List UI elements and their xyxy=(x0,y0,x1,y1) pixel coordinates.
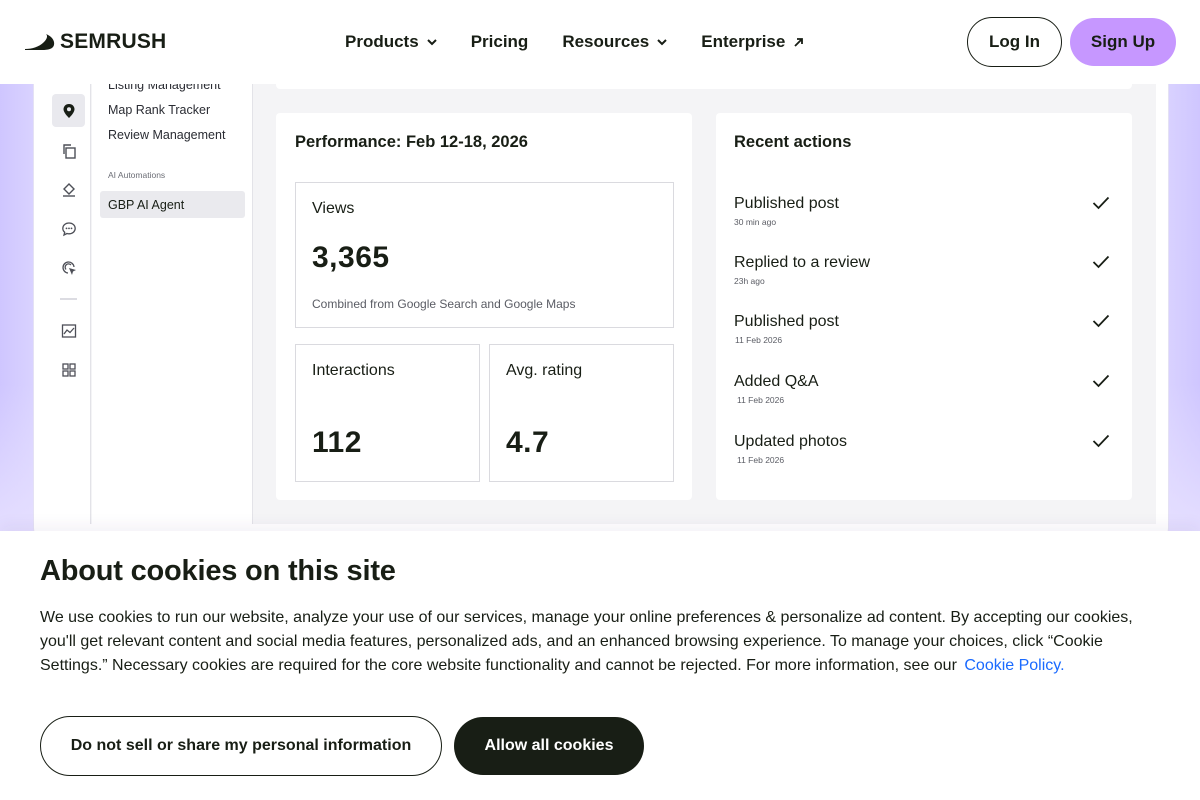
action-time: 11 Feb 2026 xyxy=(737,455,785,465)
nav-resources-label: Resources xyxy=(562,32,650,51)
cookie-banner: About cookies on this site We use cookie… xyxy=(0,531,1200,800)
logo-wordmark: SEMRUSH xyxy=(60,30,167,53)
signup-button[interactable]: Sign Up xyxy=(1070,18,1176,66)
cursor-target-icon[interactable] xyxy=(52,251,85,284)
semrush-logo[interactable]: SEMRUSH xyxy=(24,30,166,54)
action-title: Updated photos xyxy=(734,433,847,450)
menu-item-review-management[interactable]: Review Management xyxy=(108,128,225,142)
recent-action-item: Published post 30 min ago xyxy=(734,195,1114,235)
action-title: Added Q&A xyxy=(734,373,819,390)
icon-rail xyxy=(44,84,91,524)
dashboard-preview: Listing Management Map Rank Tracker Revi… xyxy=(44,84,1156,524)
chevron-down-icon xyxy=(657,38,667,45)
action-time: 23h ago xyxy=(734,276,765,286)
main-nav: Products Pricing Resources Enterprise xyxy=(345,30,838,54)
checkmark-icon xyxy=(1092,255,1110,269)
interactions-label: Interactions xyxy=(312,362,395,379)
checkmark-icon xyxy=(1092,434,1110,448)
nav-resources[interactable]: Resources xyxy=(562,32,667,52)
chevron-down-icon xyxy=(426,38,437,45)
grid-icon[interactable] xyxy=(52,353,85,386)
menu-item-listing-management[interactable]: Listing Management xyxy=(108,84,221,92)
top-card xyxy=(276,84,1132,89)
chart-icon[interactable] xyxy=(52,314,85,347)
views-note: Combined from Google Search and Google M… xyxy=(312,297,576,311)
nav-products-label: Products xyxy=(345,32,419,51)
recent-action-item: Replied to a review 23h ago xyxy=(734,254,1114,294)
location-pin-icon[interactable] xyxy=(52,94,85,127)
performance-card: Performance: Feb 12-18, 2026 Views 3,365… xyxy=(276,113,692,500)
action-title: Published post xyxy=(734,195,839,212)
nav-pricing[interactable]: Pricing xyxy=(471,32,529,52)
copy-icon[interactable] xyxy=(52,134,85,167)
rail-divider xyxy=(60,298,77,300)
allow-all-cookies-button[interactable]: Allow all cookies xyxy=(454,717,644,775)
checkmark-icon xyxy=(1092,374,1110,388)
login-button[interactable]: Log In xyxy=(967,17,1062,67)
layers-icon[interactable] xyxy=(52,173,85,206)
action-time: 11 Feb 2026 xyxy=(737,395,785,405)
action-time: 30 min ago xyxy=(734,217,777,227)
action-title: Replied to a review xyxy=(734,254,871,271)
views-value: 3,365 xyxy=(312,241,390,274)
action-time: 11 Feb 2026 xyxy=(735,335,783,345)
semrush-flame-icon xyxy=(25,34,55,50)
recent-actions-card: Recent actions Published post 30 min ago… xyxy=(716,113,1132,500)
action-title: Published post xyxy=(734,313,839,330)
menu-item-map-rank-tracker[interactable]: Map Rank Tracker xyxy=(108,103,210,117)
views-label: Views xyxy=(312,200,355,217)
views-metric-card: Views 3,365 Combined from Google Search … xyxy=(295,182,674,328)
performance-title: Performance: Feb 12-18, 2026 xyxy=(295,133,528,151)
interactions-value: 112 xyxy=(312,426,362,459)
cookie-policy-link[interactable]: Cookie Policy. xyxy=(964,657,1064,674)
nav-enterprise[interactable]: Enterprise xyxy=(701,32,804,52)
menu-item-gbp-ai-agent[interactable]: GBP AI Agent xyxy=(100,191,245,218)
checkmark-icon xyxy=(1092,314,1110,328)
menu-section-label: AI Automations xyxy=(108,170,166,180)
rating-label: Avg. rating xyxy=(506,362,583,379)
checkmark-icon xyxy=(1092,196,1110,210)
recent-action-item: Published post 11 Feb 2026 xyxy=(734,313,1114,353)
external-arrow-icon xyxy=(794,37,804,47)
dashboard-menu: Listing Management Map Rank Tracker Revi… xyxy=(92,84,253,524)
cookie-body: We use cookies to run our website, analy… xyxy=(40,606,1140,678)
cookie-title: About cookies on this site xyxy=(40,555,396,587)
nav-pricing-label: Pricing xyxy=(470,32,529,51)
rating-value: 4.7 xyxy=(506,426,550,459)
do-not-sell-button[interactable]: Do not sell or share my personal informa… xyxy=(40,716,442,776)
interactions-metric-card: Interactions 112 xyxy=(295,344,480,482)
nav-products[interactable]: Products xyxy=(345,32,437,52)
chat-icon[interactable] xyxy=(52,212,85,245)
recent-action-item: Added Q&A 11 Feb 2026 xyxy=(734,373,1114,413)
rating-metric-card: Avg. rating 4.7 xyxy=(489,344,674,482)
nav-enterprise-label: Enterprise xyxy=(701,32,786,51)
site-header: SEMRUSH Products Pricing Resources Enter… xyxy=(0,0,1200,84)
recent-actions-title: Recent actions xyxy=(734,133,852,151)
recent-action-item: Updated photos 11 Feb 2026 xyxy=(734,433,1114,473)
